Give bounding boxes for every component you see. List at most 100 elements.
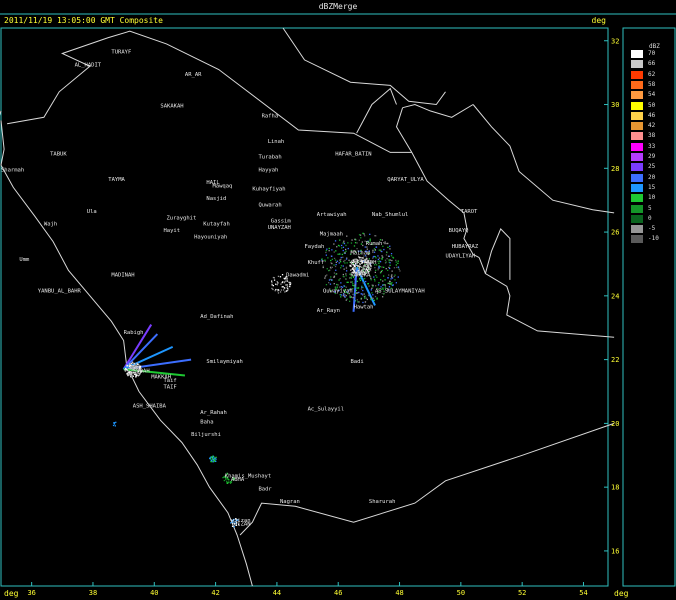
radar-pixel (342, 249, 344, 252)
legend-value-label: 0 (648, 214, 652, 222)
radar-pixel (344, 259, 346, 262)
radar-pixel (397, 266, 400, 268)
place-label: Baha (200, 419, 213, 425)
radar-pixel (396, 266, 398, 269)
radar-pixel (375, 274, 377, 277)
radar-pixel (340, 256, 342, 259)
radar-pixel (381, 255, 383, 257)
radar-pixel (273, 277, 275, 279)
radar-pixel (324, 275, 327, 277)
radar-pixel (331, 262, 333, 265)
radar-pixel (343, 268, 345, 270)
radar-pixel (372, 249, 374, 251)
radar-pixel (339, 278, 341, 280)
radar-pixel (360, 237, 362, 239)
radar-pixel (284, 291, 286, 293)
radar-pixel (212, 461, 214, 463)
radar-pixel (389, 245, 391, 247)
radar-pixel (134, 365, 137, 367)
place-label: Wajh (44, 222, 57, 228)
radar-pixel (365, 256, 368, 258)
radar-pixel (228, 481, 230, 483)
radar-pixel (342, 295, 344, 297)
legend-swatch (631, 122, 643, 131)
legend-swatch (631, 153, 643, 161)
radar-pixel (382, 296, 384, 298)
place-label: Badi (351, 359, 364, 365)
radar-pixel (349, 264, 351, 266)
radar-pixel (360, 243, 363, 245)
radar-pixel (212, 456, 214, 458)
radar-pixel (132, 363, 135, 365)
radar-pixel (367, 283, 369, 285)
radar-pixel (289, 283, 291, 286)
radar-pixel (277, 292, 280, 294)
radar-pixel (285, 290, 287, 292)
radar-pixel (358, 234, 361, 236)
radar-pixel (339, 239, 341, 241)
radar-pixel (350, 281, 352, 283)
radar-pixel (374, 280, 376, 282)
radar-pixel (223, 479, 225, 482)
radar-pixel (271, 284, 273, 286)
radar-pixel (281, 274, 284, 276)
radar-pixel (345, 295, 347, 297)
radar-pixel (125, 367, 127, 370)
radar-pixel (325, 284, 328, 286)
radar-pixel (345, 278, 347, 280)
legend-swatch (631, 50, 643, 58)
radar-pixel (277, 290, 279, 292)
radar-pixel (128, 374, 130, 376)
radar-pixel (371, 297, 373, 299)
radar-pixel (391, 284, 393, 286)
radar-pixel (361, 270, 363, 272)
radar-pixel (359, 279, 362, 282)
radar-pixel (277, 282, 279, 284)
radar-pixel (372, 286, 374, 288)
place-label: Nasjid (206, 196, 226, 202)
place-label: Majmaah (320, 231, 343, 237)
radar-pixel (378, 262, 380, 264)
radar-pixel (352, 283, 354, 285)
radar-pixel (331, 258, 333, 260)
radar-pixel (351, 281, 353, 283)
radar-pixel (280, 289, 283, 291)
place-label: RIYADH (357, 260, 377, 266)
radar-pixel (377, 258, 379, 261)
radar-pixel (354, 238, 356, 241)
radar-pixel (137, 365, 139, 368)
radar-pixel (333, 275, 336, 277)
radar-pixel (370, 289, 372, 291)
radar-pixel (339, 259, 341, 261)
radar-pixel (340, 282, 342, 284)
radar-pixel (358, 268, 361, 270)
radar-map[interactable]: TURAYF AL_HADIT AR_AR SAKAKAH Rafha Linah TABU… (0, 0, 676, 600)
radar-pixel (354, 242, 357, 244)
radar-pixel (356, 270, 359, 272)
radar-pixel (352, 261, 355, 263)
legend-swatch (631, 214, 643, 223)
radar-pixel (395, 282, 397, 284)
y-tick-label: 16 (611, 547, 619, 555)
place-label: Hawtah (354, 305, 374, 311)
radar-pixel (333, 264, 335, 266)
radar-pixel (325, 254, 327, 256)
radar-pixel (381, 250, 383, 253)
radar-pixel (388, 259, 390, 261)
radar-pixel (271, 282, 273, 284)
place-label: YANBU_AL_BAHR (38, 289, 82, 295)
radar-pixel (361, 286, 363, 288)
radar-pixel (377, 269, 379, 271)
radar-pixel (279, 276, 282, 278)
place-label: TAYMA (108, 177, 125, 183)
radar-pixel (331, 249, 333, 251)
radar-pixel (351, 263, 353, 265)
radar-pixel (365, 297, 367, 299)
place-label: Sharurah (369, 499, 396, 505)
radar-pixel (344, 262, 346, 264)
radar-pixel (347, 247, 349, 250)
radar-pixel (280, 283, 282, 285)
radar-pixel (346, 281, 348, 283)
radar-pixel (364, 235, 366, 237)
radar-pixel (346, 235, 348, 237)
